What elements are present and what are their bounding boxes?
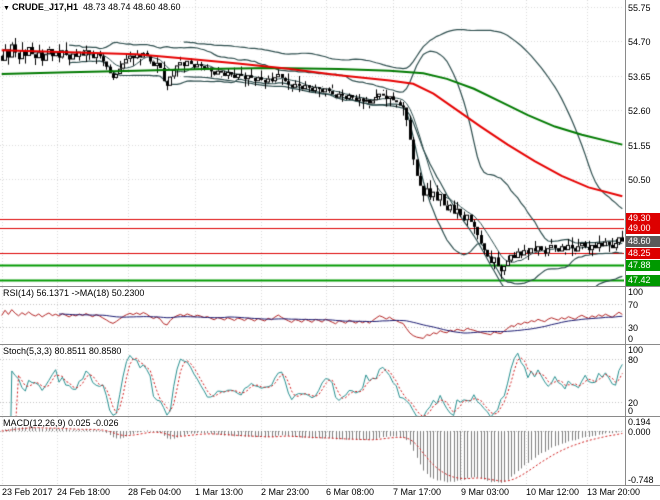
price-tick: 51.55 — [628, 141, 651, 151]
macd-panel[interactable]: 0.1940.000 -0.748 MACD(12,26,9) 0.025 -0.… — [0, 417, 660, 485]
price-axis: 55.7554.7053.6552.6051.5550.5049.3049.00… — [625, 0, 660, 286]
time-label: 10 Mar 12:00 — [526, 487, 579, 497]
time-label: 24 Feb 18:00 — [57, 487, 110, 497]
symbol-period-label: CRUDE_J17,H1 — [12, 2, 78, 12]
price-level-badge: 48.60 — [626, 236, 660, 247]
macd-tick: 0.194 — [628, 417, 651, 427]
stochastic-axis: 10080200 — [625, 345, 660, 416]
price-level-badge: 47.88 — [626, 260, 660, 271]
macd-label: MACD(12,26,9) 0.025 -0.026 — [3, 418, 119, 428]
time-label: 13 Mar 20:00 — [587, 487, 640, 497]
stoch-tick: 0 — [628, 406, 633, 416]
time-label: 1 Mar 13:00 — [195, 487, 243, 497]
price-level-badge: 49.00 — [626, 223, 660, 234]
time-axis[interactable]: 23 Feb 2017 24 Feb 18:00 28 Feb 04:00 1 Mar… — [0, 486, 660, 500]
price-tick: 54.70 — [628, 37, 651, 47]
time-label: 2 Mar 23:00 — [261, 487, 309, 497]
price-tick: 53.65 — [628, 72, 651, 82]
symbol-dropdown-icon[interactable]: ▼ — [3, 5, 10, 12]
time-label: 23 Feb 2017 — [2, 487, 53, 497]
time-label: 6 Mar 08:00 — [326, 487, 374, 497]
candlestick-chart[interactable] — [0, 0, 624, 286]
rsi-panel[interactable]: 100 70 300 RSI(14) 56.1371 ->MA(18) 50.230… — [0, 287, 660, 344]
rsi-tick: 100 — [628, 287, 643, 297]
rsi-axis: 100 70 300 — [625, 287, 660, 344]
stoch-tick: 80 — [628, 355, 638, 365]
macd-tick: 0.000 — [628, 427, 651, 437]
ohlc-readout: 48.73 48.74 48.60 48.60 — [83, 2, 181, 12]
time-label: 28 Feb 04:00 — [128, 487, 181, 497]
trading-chart-window: 55.7554.7053.6552.6051.5550.5049.3049.00… — [0, 0, 660, 500]
time-label: 9 Mar 03:00 — [461, 487, 509, 497]
price-level-badge: 48.25 — [626, 248, 660, 259]
time-label: 7 Mar 17:00 — [393, 487, 441, 497]
price-level-badge: 47.42 — [626, 275, 660, 286]
price-tick: 55.75 — [628, 3, 651, 13]
rsi-tick: 70 — [628, 300, 638, 310]
price-tick: 52.60 — [628, 106, 651, 116]
price-tick: 50.50 — [628, 175, 651, 185]
chart-title: ▼CRUDE_J17,H1 48.73 48.74 48.60 48.60 — [3, 2, 181, 12]
main-chart-panel[interactable]: 55.7554.7053.6552.6051.5550.5049.3049.00… — [0, 0, 660, 286]
macd-tick: -0.748 — [628, 475, 654, 485]
stochastic-label: Stoch(5,3,3) 80.8511 80.8580 — [3, 346, 121, 356]
rsi-tick: 30 — [628, 323, 638, 333]
rsi-label: RSI(14) 56.1371 ->MA(18) 50.2300 — [3, 288, 144, 298]
macd-axis: 0.1940.000 -0.748 — [625, 417, 660, 485]
stochastic-panel[interactable]: 10080200 Stoch(5,3,3) 80.8511 80.8580 — [0, 345, 660, 416]
stoch-tick: 100 — [628, 345, 643, 355]
rsi-tick: 0 — [628, 334, 633, 344]
